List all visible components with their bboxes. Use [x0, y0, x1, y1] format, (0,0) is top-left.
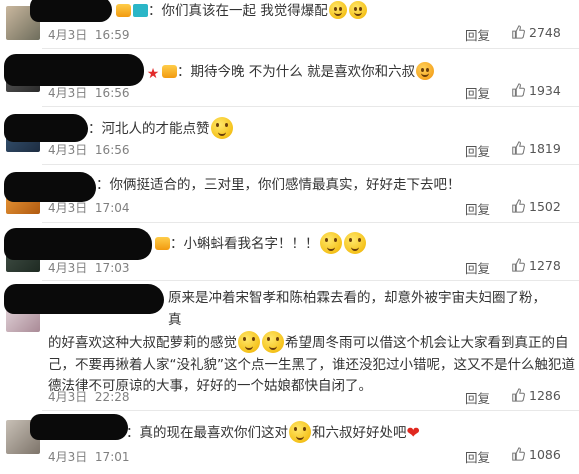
like-count: 2748: [529, 25, 561, 40]
like-count: 1278: [529, 258, 561, 273]
star-badge-icon: ★: [146, 66, 160, 82]
comment-text: ：你们真该在一起 我觉得爆配: [114, 1, 368, 20]
divider: [42, 222, 579, 223]
vip-badge-icon: [155, 237, 170, 250]
comment-timestamp: 4月3日 17:01: [48, 450, 130, 464]
reply-button[interactable]: 回复: [465, 258, 490, 277]
shy-emoji-icon: [238, 331, 260, 353]
comment-timestamp: 4月3日 16:59: [48, 28, 130, 42]
redacted-username: [30, 0, 112, 22]
redacted-username: [4, 172, 96, 202]
comment-text: ：小蝌蚪看我名字！！！: [153, 232, 367, 254]
heart-emoji-icon: ❤: [406, 423, 420, 442]
divider: [42, 280, 579, 281]
like-count: 1934: [529, 83, 561, 98]
redacted-username: [30, 414, 128, 440]
reply-button[interactable]: 回复: [465, 388, 490, 407]
laughing-emoji-icon: [328, 1, 347, 19]
like-button[interactable]: 1086: [511, 447, 561, 462]
vip-badge-icon: [116, 4, 131, 17]
divider: [42, 48, 579, 49]
thumbs-up-icon: [512, 388, 525, 402]
reply-button[interactable]: 回复: [465, 141, 490, 160]
comment-timestamp: 4月3日 17:03: [48, 261, 130, 275]
comment-text: ：真的现在最喜欢你们这对 和六叔好好处吧❤: [126, 421, 420, 443]
divider: [42, 164, 579, 165]
like-button[interactable]: 1819: [511, 141, 561, 156]
thumbs-up-icon: [512, 25, 525, 39]
reply-button[interactable]: 回复: [465, 25, 490, 44]
redacted-username: [4, 114, 88, 142]
divider: [42, 410, 579, 411]
camera-badge-icon: [133, 4, 148, 17]
redacted-username: [4, 54, 144, 86]
comment-timestamp: 4月3日 16:56: [48, 86, 130, 100]
kiss-emoji-icon: [416, 62, 435, 80]
comment-timestamp: 4月3日 16:56: [48, 143, 130, 157]
comment-text: 原来是冲着宋智孝和陈柏霖去看的，却意外被宇宙夫妇圈了粉，真 的好喜欢这种大叔配萝…: [48, 290, 575, 394]
like-count: 1086: [529, 447, 561, 462]
like-count: 1502: [529, 199, 561, 214]
thumbs-up-icon: [512, 83, 525, 97]
like-count: 1819: [529, 141, 561, 156]
reply-button[interactable]: 回复: [465, 83, 490, 102]
like-count: 1286: [529, 388, 561, 403]
thumbs-up-icon: [512, 199, 525, 213]
redacted-username: [4, 228, 152, 260]
divider: [42, 106, 579, 107]
shy-emoji-icon: [319, 232, 342, 254]
like-button[interactable]: 2748: [511, 25, 561, 40]
like-button[interactable]: 1286: [511, 388, 561, 403]
like-button[interactable]: 1502: [511, 199, 561, 214]
reply-button[interactable]: 回复: [465, 447, 490, 466]
comment-timestamp: 4月3日 22:28: [48, 390, 130, 404]
shy-emoji-icon: [262, 331, 284, 353]
comment-timestamp: 4月3日 17:04: [48, 201, 130, 215]
comment-text: ：河北人的才能点赞: [88, 117, 234, 139]
shy-emoji-icon: [343, 232, 366, 254]
smile-emoji-icon: [210, 117, 233, 139]
comment-text: ：你俩挺适合的，三对里，你们感情最真实，好好走下去吧！: [96, 177, 461, 193]
shy-emoji-icon: [289, 421, 311, 443]
vip-badge-icon: [162, 65, 177, 78]
thumbs-up-icon: [512, 447, 525, 461]
comment-text: ★ ：期待今晚 不为什么 就是喜欢你和六叔: [144, 62, 435, 81]
thumbs-up-icon: [512, 258, 525, 272]
like-button[interactable]: 1278: [511, 258, 561, 273]
thumbs-up-icon: [512, 141, 525, 155]
laughing-emoji-icon: [348, 1, 367, 19]
reply-button[interactable]: 回复: [465, 199, 490, 218]
like-button[interactable]: 1934: [511, 83, 561, 98]
